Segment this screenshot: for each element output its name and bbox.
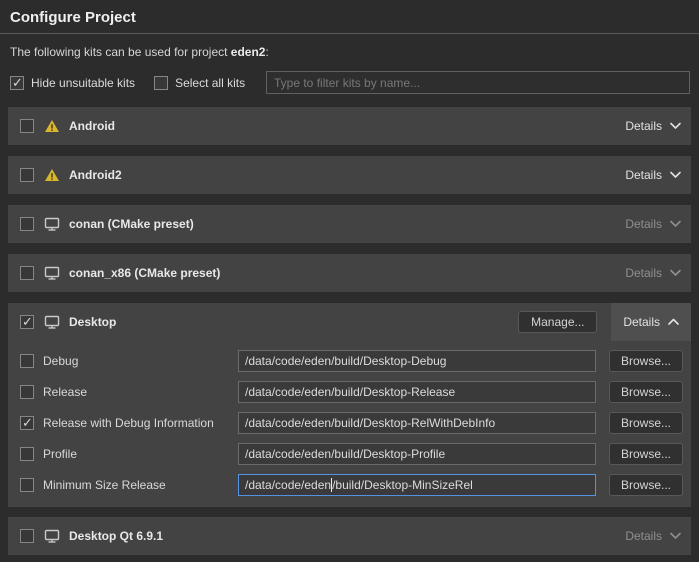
config-label: Release bbox=[43, 385, 238, 399]
build-dir-input[interactable] bbox=[238, 443, 596, 465]
details-button[interactable]: Details bbox=[625, 529, 681, 543]
kit-checkbox[interactable] bbox=[20, 315, 34, 329]
details-label: Details bbox=[625, 168, 662, 182]
intro-prefix: The following kits can be used for proje… bbox=[10, 45, 231, 59]
kit-checkbox[interactable] bbox=[20, 168, 34, 182]
kit-toolbar: Hide unsuitable kits Select all kits bbox=[10, 71, 690, 94]
kit-row-android[interactable]: Android Details bbox=[8, 107, 691, 145]
kit-row-android2[interactable]: Android2 Details bbox=[8, 156, 691, 194]
build-dir-input[interactable] bbox=[238, 412, 596, 434]
page-title: Configure Project bbox=[10, 8, 689, 27]
config-checkbox[interactable] bbox=[20, 447, 34, 461]
kit-panel-desktop: Desktop Manage... Details Debug Browse..… bbox=[8, 303, 691, 507]
select-all-checkbox[interactable] bbox=[154, 76, 168, 90]
kit-checkbox[interactable] bbox=[20, 217, 34, 231]
kit-row-conan-x86[interactable]: conan_x86 (CMake preset) Details bbox=[8, 254, 691, 292]
kit-name: Android2 bbox=[69, 168, 122, 182]
details-label: Details bbox=[623, 315, 660, 329]
kit-checkbox[interactable] bbox=[20, 529, 34, 543]
config-label: Profile bbox=[43, 447, 238, 461]
kit-row-desktop[interactable]: Desktop Manage... Details bbox=[8, 303, 691, 341]
select-all-kits-option[interactable]: Select all kits bbox=[154, 76, 245, 90]
kit-filter-input[interactable] bbox=[266, 71, 690, 94]
build-config-row-release: Release Browse... bbox=[8, 381, 691, 403]
build-config-row-profile: Profile Browse... bbox=[8, 443, 691, 465]
browse-button[interactable]: Browse... bbox=[609, 350, 683, 372]
chevron-down-icon bbox=[670, 220, 681, 228]
intro-text: The following kits can be used for proje… bbox=[10, 45, 689, 59]
config-label: Release with Debug Information bbox=[43, 416, 238, 430]
details-label: Details bbox=[625, 119, 662, 133]
config-checkbox[interactable] bbox=[20, 354, 34, 368]
browse-button[interactable]: Browse... bbox=[609, 381, 683, 403]
page-header: Configure Project bbox=[0, 0, 699, 34]
build-config-row-minsizerel: Minimum Size Release /data/code/eden/bui… bbox=[8, 474, 691, 496]
config-label: Minimum Size Release bbox=[43, 478, 238, 492]
kit-row-conan[interactable]: conan (CMake preset) Details bbox=[8, 205, 691, 243]
build-dir-input[interactable] bbox=[238, 350, 596, 372]
browse-button[interactable]: Browse... bbox=[609, 474, 683, 496]
chevron-down-icon bbox=[670, 269, 681, 277]
build-dir-input-focused[interactable]: /data/code/eden/build/Desktop-MinSizeRel bbox=[238, 474, 596, 496]
chevron-down-icon bbox=[670, 122, 681, 130]
kit-name: conan_x86 (CMake preset) bbox=[69, 266, 220, 280]
kit-row-desktop-qt-691[interactable]: Desktop Qt 6.9.1 Details bbox=[8, 517, 691, 555]
browse-button[interactable]: Browse... bbox=[609, 412, 683, 434]
intro-suffix: : bbox=[265, 45, 268, 59]
kit-checkbox[interactable] bbox=[20, 266, 34, 280]
details-button[interactable]: Details bbox=[625, 217, 681, 231]
hide-unsuitable-checkbox[interactable] bbox=[10, 76, 24, 90]
kit-name: conan (CMake preset) bbox=[69, 217, 194, 231]
kit-name: Android bbox=[69, 119, 115, 133]
path-text-before-caret: /data/code/eden bbox=[245, 478, 331, 492]
path-text-after-caret: /build/Desktop-MinSizeRel bbox=[332, 478, 473, 492]
hide-unsuitable-kits-option[interactable]: Hide unsuitable kits bbox=[10, 76, 135, 90]
kit-checkbox[interactable] bbox=[20, 119, 34, 133]
details-button[interactable]: Details bbox=[625, 266, 681, 280]
desktop-icon bbox=[44, 529, 60, 543]
manage-button[interactable]: Manage... bbox=[518, 311, 597, 333]
kit-name: Desktop bbox=[69, 315, 116, 329]
browse-button[interactable]: Browse... bbox=[609, 443, 683, 465]
config-label: Debug bbox=[43, 354, 238, 368]
warning-icon bbox=[44, 119, 60, 133]
config-checkbox[interactable] bbox=[20, 478, 34, 492]
chevron-down-icon bbox=[670, 532, 681, 540]
config-checkbox[interactable] bbox=[20, 385, 34, 399]
configure-project-page: Configure Project The following kits can… bbox=[0, 0, 699, 562]
kit-name: Desktop Qt 6.9.1 bbox=[69, 529, 163, 543]
hide-unsuitable-label: Hide unsuitable kits bbox=[31, 76, 135, 90]
details-label: Details bbox=[625, 529, 662, 543]
chevron-up-icon bbox=[668, 315, 679, 329]
build-config-row-relwithdebinfo: Release with Debug Information Browse... bbox=[8, 412, 691, 434]
select-all-label: Select all kits bbox=[175, 76, 245, 90]
details-label: Details bbox=[625, 266, 662, 280]
details-button[interactable]: Details bbox=[625, 168, 681, 182]
desktop-icon bbox=[44, 315, 60, 329]
build-dir-input[interactable] bbox=[238, 381, 596, 403]
desktop-icon bbox=[44, 217, 60, 231]
details-label: Details bbox=[625, 217, 662, 231]
warning-icon bbox=[44, 168, 60, 182]
details-button[interactable]: Details bbox=[625, 119, 681, 133]
build-config-row-debug: Debug Browse... bbox=[8, 350, 691, 372]
chevron-down-icon bbox=[670, 171, 681, 179]
config-checkbox[interactable] bbox=[20, 416, 34, 430]
kit-list: Android Details Android2 Details conan (… bbox=[8, 107, 691, 555]
details-button[interactable]: Details bbox=[611, 303, 691, 341]
desktop-icon bbox=[44, 266, 60, 280]
project-name: eden2 bbox=[231, 45, 266, 59]
